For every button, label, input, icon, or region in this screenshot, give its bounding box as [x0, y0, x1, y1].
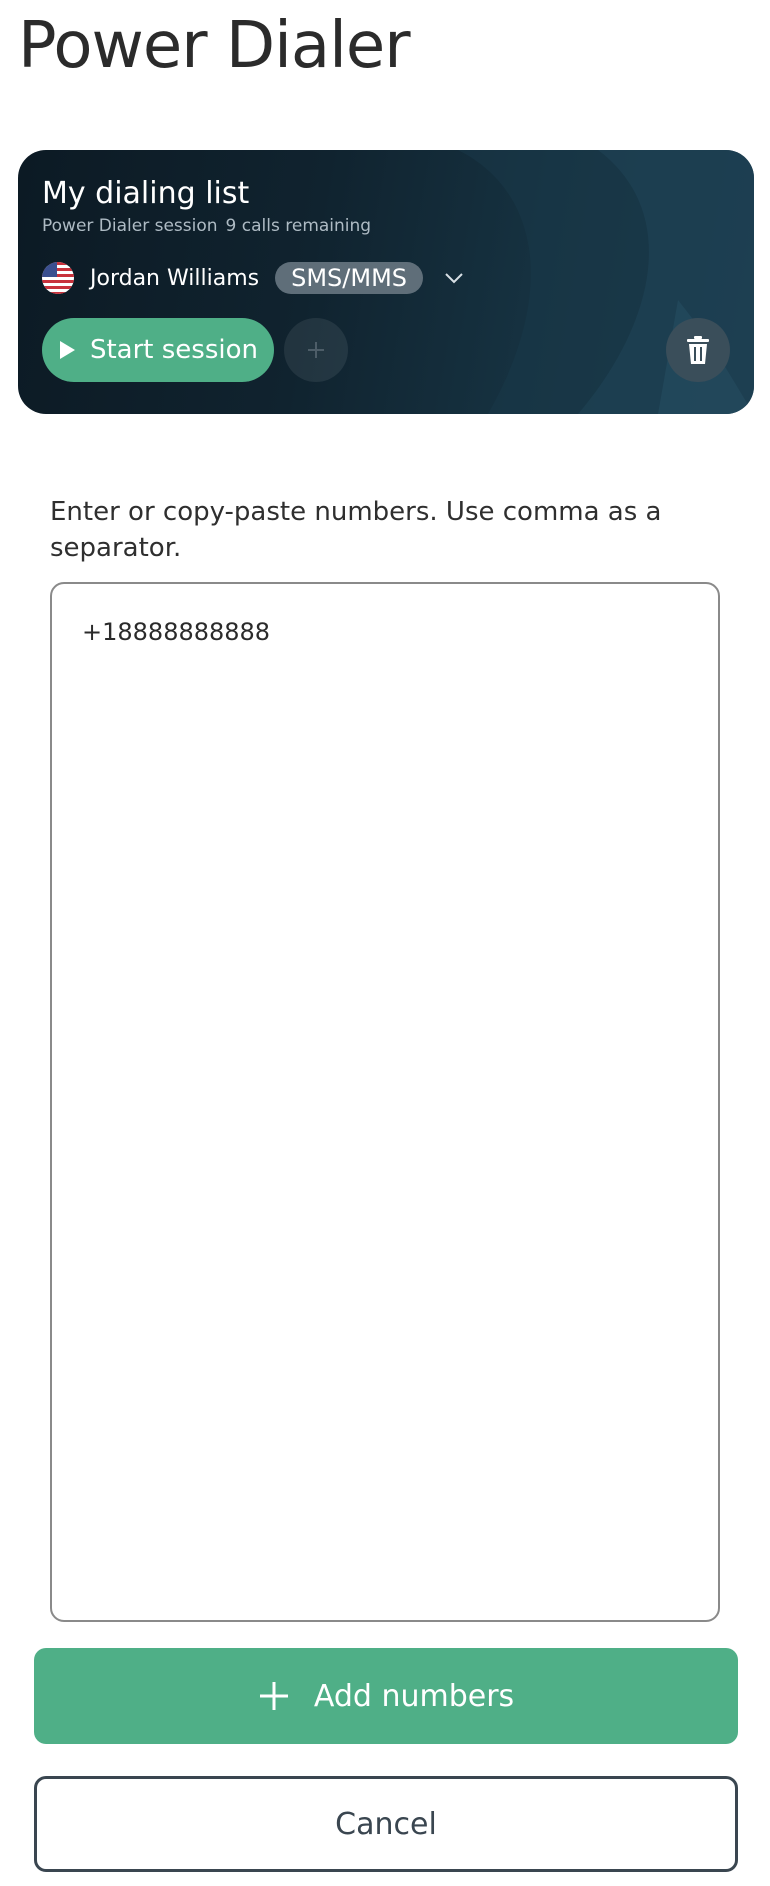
dialing-list-card: My dialing list Power Dialer session 9 ca…	[18, 150, 754, 414]
add-list-button[interactable]	[284, 318, 348, 382]
start-session-button[interactable]: Start session	[42, 318, 274, 382]
delete-list-button[interactable]	[666, 318, 730, 382]
trash-icon	[687, 336, 709, 364]
start-session-label: Start session	[89, 335, 259, 365]
channel-badge: SMS/MMS	[275, 262, 424, 294]
plus-icon	[259, 1682, 288, 1710]
cancel-button[interactable]: Cancel	[34, 1776, 738, 1872]
list-title: My dialing list	[42, 176, 250, 211]
caller-name: Jordan Williams	[90, 265, 260, 291]
page-title: Power Dialer	[18, 9, 411, 83]
caller-row[interactable]: Jordan Williams SMS/MMS	[42, 260, 465, 296]
cancel-label: Cancel	[335, 1806, 437, 1842]
numbers-instruction: Enter or copy-paste numbers. Use comma a…	[50, 497, 662, 563]
session-info: Power Dialer session 9 calls remaining	[42, 214, 379, 238]
add-numbers-button[interactable]: Add numbers	[34, 1648, 738, 1744]
us-flag-icon	[42, 262, 74, 294]
numbers-textarea[interactable]: +18888888888	[50, 582, 720, 1622]
chevron-down-icon[interactable]	[443, 267, 465, 289]
session-label: Power Dialer session	[42, 216, 218, 236]
play-icon	[59, 341, 75, 359]
plus-icon	[308, 342, 324, 358]
add-numbers-label: Add numbers	[313, 1678, 515, 1714]
calls-remaining: 9 calls remaining	[225, 216, 372, 236]
